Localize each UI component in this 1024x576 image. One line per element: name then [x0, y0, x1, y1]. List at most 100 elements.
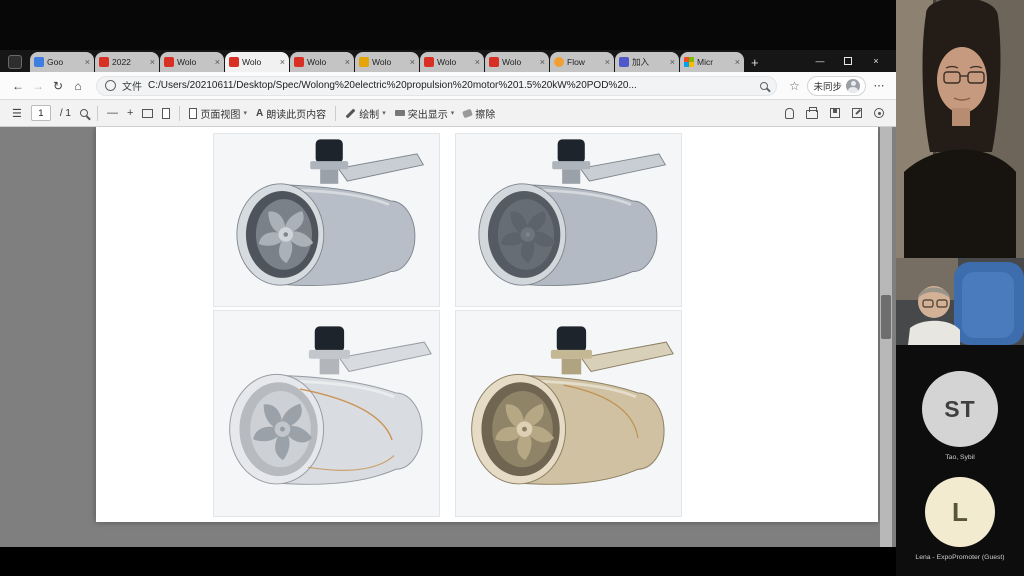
webcam-man-image — [896, 258, 1024, 345]
cad-image-thruster-beige — [455, 310, 682, 517]
zoom-out-button[interactable]: — — [107, 107, 118, 119]
hand-tool-icon[interactable] — [785, 108, 794, 119]
eraser-icon — [462, 108, 473, 118]
close-tab-icon[interactable]: × — [150, 57, 155, 67]
erase-button[interactable]: 擦除 — [463, 106, 495, 121]
close-tab-icon[interactable]: × — [215, 57, 220, 67]
url-text[interactable]: C:/Users/20210611/Desktop/Spec/Wolong%20… — [148, 80, 754, 91]
sheet-icon — [359, 57, 369, 67]
close-tab-icon[interactable]: × — [475, 57, 480, 67]
teams-icon — [619, 57, 629, 67]
browser-tab-join-meeting[interactable]: 加入 × — [615, 52, 679, 72]
desktop-top-strip — [0, 0, 896, 50]
highlight-label: 突出显示 — [408, 106, 448, 121]
tab-label: Wolo — [307, 57, 343, 67]
participant-video-1[interactable] — [896, 0, 1024, 258]
participant-avatar[interactable]: ST — [922, 371, 998, 447]
pdf-icon — [99, 57, 109, 67]
settings-gear-icon[interactable] — [874, 108, 884, 118]
browser-tab-microsoft[interactable]: Micr × — [680, 52, 744, 72]
tab-search-icon[interactable] — [8, 55, 22, 69]
close-tab-icon[interactable]: × — [735, 57, 740, 67]
tab-label: Wolo — [242, 57, 278, 67]
pdf-icon — [424, 57, 434, 67]
participant-video-2[interactable] — [896, 258, 1024, 345]
tab-label: Flow — [567, 57, 603, 67]
tab-label: 加入 — [632, 56, 668, 68]
fit-to-width-icon[interactable] — [142, 109, 153, 118]
pdf-scrollbar-thumb[interactable] — [881, 295, 891, 339]
draw-label: 绘制 — [359, 106, 379, 121]
browser-tab-wolong-4[interactable]: Wolo × — [355, 52, 419, 72]
page-number-input[interactable]: 1 — [31, 105, 51, 121]
maximize-icon — [844, 57, 852, 65]
favorite-star-icon[interactable]: ☆ — [785, 79, 803, 93]
close-tab-icon[interactable]: × — [605, 57, 610, 67]
home-button[interactable]: ⌂ — [68, 79, 88, 93]
save-icon[interactable] — [830, 108, 840, 118]
tab-label: 2022 — [112, 57, 148, 67]
screen: Goo × 2022 × Wolo × Wolo × Wolo × — [0, 0, 1024, 576]
call-sidebar: ST Tao, Sybil L Lena - ExpoPromoter (Gue… — [896, 0, 1024, 576]
draw-button[interactable]: 绘制 ▾ — [345, 106, 386, 121]
browser-tab-2022[interactable]: 2022 × — [95, 52, 159, 72]
address-bar: ← → ↻ ⌂ 文件 C:/Users/20210611/Desktop/Spe… — [0, 72, 896, 100]
highlight-button[interactable]: 突出显示 ▾ — [395, 106, 455, 121]
read-aloud-button[interactable]: A 朗读此页内容 — [256, 106, 326, 121]
desktop-bottom-strip — [0, 547, 896, 576]
pdf-scrollbar[interactable] — [880, 127, 892, 547]
url-field[interactable]: 文件 C:/Users/20210611/Desktop/Spec/Wolong… — [96, 76, 777, 96]
cad-image-thruster-open-silver — [213, 133, 440, 307]
single-page-icon[interactable] — [162, 108, 170, 119]
close-tab-icon[interactable]: × — [345, 57, 350, 67]
close-tab-icon[interactable]: × — [280, 57, 285, 67]
pdf-icon — [489, 57, 499, 67]
page-view-label: 页面视图 — [200, 106, 240, 121]
pdf-toolbar-right-cluster — [785, 107, 884, 119]
toc-icon[interactable]: ☰ — [12, 107, 22, 120]
close-tab-icon[interactable]: × — [670, 57, 675, 67]
browser-menu-button[interactable]: ⋯ — [870, 79, 888, 92]
back-button[interactable]: ← — [8, 79, 28, 93]
zoom-search-icon[interactable] — [760, 82, 768, 90]
pen-icon — [346, 108, 356, 118]
browser-tab-wolong-6[interactable]: Wolo × — [485, 52, 549, 72]
close-tab-icon[interactable]: × — [85, 57, 90, 67]
refresh-button[interactable]: ↻ — [48, 79, 68, 93]
new-tab-button[interactable]: + — [751, 55, 759, 70]
browser-tab-wolong-5[interactable]: Wolo × — [420, 52, 484, 72]
tab-label: Micr — [697, 57, 733, 67]
pdf-page — [96, 127, 878, 522]
page-view-button[interactable]: 页面视图 ▾ — [189, 106, 247, 121]
fullscreen-icon[interactable] — [852, 108, 862, 118]
chevron-down-icon: ▾ — [243, 109, 247, 117]
info-icon[interactable] — [105, 80, 116, 91]
browser-tab-flow[interactable]: Flow × — [550, 52, 614, 72]
profile-sync-button[interactable]: 未同步 — [807, 76, 866, 96]
file-badge-label: 文件 — [122, 78, 142, 93]
browser-tab-wolong-1[interactable]: Wolo × — [160, 52, 224, 72]
pdf-icon — [164, 57, 174, 67]
close-tab-icon[interactable]: × — [410, 57, 415, 67]
zoom-in-button[interactable]: + — [127, 107, 133, 119]
pdf-toolbar: ☰ 1 / 1 — + 页面视图 ▾ A 朗读此页内容 绘制 ▾ — [0, 100, 896, 127]
participant-avatar[interactable]: L — [925, 477, 995, 547]
profile-avatar-icon — [846, 79, 860, 93]
maximize-button[interactable] — [834, 50, 862, 72]
browser-tab-wolong-3[interactable]: Wolo × — [290, 52, 354, 72]
close-window-button[interactable]: × — [862, 50, 890, 72]
divider — [335, 106, 336, 121]
browser-tab-google[interactable]: Goo × — [30, 52, 94, 72]
page-total-label: / 1 — [60, 108, 71, 119]
participant-name: Lena - ExpoPromoter (Guest) — [898, 554, 1022, 561]
webcam-woman-image — [896, 0, 1024, 258]
close-tab-icon[interactable]: × — [540, 57, 545, 67]
forward-button[interactable]: → — [28, 79, 48, 93]
pdf-viewport[interactable] — [0, 127, 896, 547]
browser-tab-wolong-active[interactable]: Wolo × — [225, 52, 289, 72]
search-icon[interactable] — [80, 109, 88, 117]
print-icon[interactable] — [806, 110, 818, 119]
google-doc-icon — [34, 57, 44, 67]
minimize-button[interactable]: — — [806, 50, 834, 72]
cad-image-thruster-closed-silver — [455, 133, 682, 307]
